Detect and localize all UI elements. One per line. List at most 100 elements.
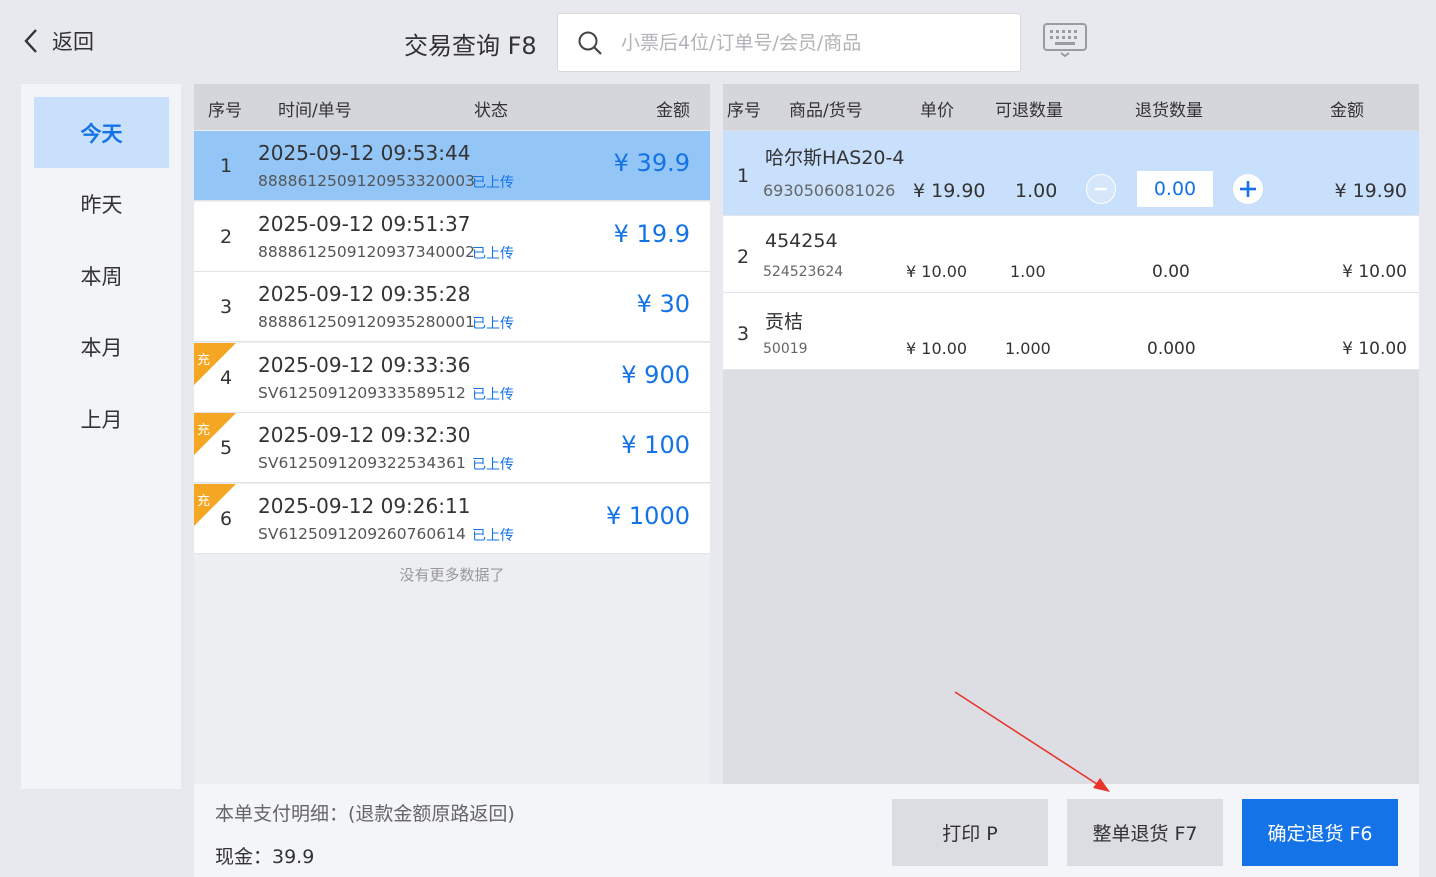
product-name: 454254 <box>765 230 838 252</box>
row-no: 2 <box>737 246 750 268</box>
product-name: 哈尔斯HAS20-4 <box>765 147 905 169</box>
detail-row[interactable]: 1 哈尔斯HAS20-4 6930506081026 ¥ 19.90 1.00 … <box>723 131 1419 216</box>
status-badge: 已上传 <box>472 245 514 262</box>
print-button[interactable]: 打印 P <box>892 799 1048 866</box>
order-number: SV6125091209322534361 <box>258 454 466 473</box>
col-no: 序号 <box>727 101 761 121</box>
col-status: 状态 <box>474 101 508 121</box>
status-badge: 已上传 <box>472 316 514 333</box>
recharge-tag-label: 充 <box>197 423 211 439</box>
col-price: 单价 <box>920 101 954 121</box>
return-qty-input[interactable] <box>1137 171 1213 207</box>
confirm-return-button[interactable]: 确定退货 F6 <box>1242 799 1398 866</box>
back-button[interactable]: 返回 <box>22 26 94 56</box>
row-no: 1 <box>220 155 233 177</box>
return-qty: 0.000 <box>1147 339 1196 359</box>
recharge-tag-label: 充 <box>197 352 211 368</box>
transaction-list: 序号 时间/单号 状态 金额 1 2025-09-12 09:53:44 88886… <box>194 84 710 784</box>
no-more-data: 没有更多数据了 <box>399 566 505 584</box>
date-filter-item[interactable]: 今天 <box>34 97 169 168</box>
order-number: 8888612509120935280001 <box>258 313 475 332</box>
payment-detail-title: 本单支付明细：(退款金额原路返回) <box>215 803 515 825</box>
status-badge: 已上传 <box>472 457 514 474</box>
row-no: 1 <box>737 165 750 187</box>
col-product: 商品/货号 <box>789 101 863 121</box>
status-badge: 已上传 <box>472 175 514 191</box>
product-code: 6930506081026 <box>763 181 896 200</box>
col-amount: 金额 <box>656 101 690 121</box>
product-code: 50019 <box>763 341 808 357</box>
increase-qty-button[interactable] <box>1233 174 1263 204</box>
unit-price: ¥ 10.00 <box>906 262 968 281</box>
col-time: 时间/单号 <box>278 101 352 121</box>
order-number: 8888612509120953320003 <box>258 172 475 190</box>
col-no: 序号 <box>208 101 242 121</box>
full-return-button[interactable]: 整单退货 F7 <box>1067 799 1223 866</box>
date-filter-nav: 今天 昨天 本周 本月 上月 <box>21 84 181 789</box>
transaction-row[interactable]: 充 5 2025-09-12 09:32:30 SV61250912093225343… <box>194 413 710 484</box>
date-filter-item[interactable]: 上月 <box>34 383 169 454</box>
transaction-time: 2025-09-12 09:33:36 <box>258 352 471 377</box>
transaction-row[interactable]: 充 6 2025-09-12 09:26:11 SV61250912092607606… <box>194 484 710 554</box>
row-no: 3 <box>737 323 750 345</box>
recharge-tag-label: 充 <box>197 494 211 509</box>
transaction-amount: ¥ 1000 <box>606 502 690 530</box>
col-amount: 金额 <box>1330 101 1364 121</box>
transaction-time: 2025-09-12 09:35:28 <box>258 282 471 307</box>
order-number: 8888612509120937340002 <box>258 242 475 261</box>
search-icon <box>578 31 602 55</box>
line-amount: ¥ 10.00 <box>1342 262 1407 282</box>
order-number: SV6125091209260760614 <box>258 525 466 543</box>
transaction-time: 2025-09-12 09:26:11 <box>258 494 471 518</box>
transaction-time: 2025-09-12 09:32:30 <box>258 423 471 448</box>
transaction-amount: ¥ 30 <box>636 290 690 319</box>
transaction-list-header: 序号 时间/单号 状态 金额 <box>194 84 710 130</box>
transaction-amount: ¥ 19.9 <box>613 219 690 248</box>
returnable-qty: 1.00 <box>1015 180 1058 202</box>
status-badge: 已上传 <box>472 528 514 544</box>
date-filter-item[interactable]: 昨天 <box>34 169 169 240</box>
row-no: 4 <box>220 366 233 389</box>
payment-cash: 现金：39.9 <box>215 846 315 868</box>
back-label: 返回 <box>52 30 94 54</box>
page-title: 交易查询 F8 <box>404 32 537 60</box>
returnable-qty: 1.000 <box>1005 339 1051 358</box>
status-badge: 已上传 <box>472 386 514 403</box>
row-no: 2 <box>220 225 233 248</box>
col-returnable: 可退数量 <box>995 101 1063 121</box>
transaction-time: 2025-09-12 09:53:44 <box>258 141 471 165</box>
transaction-row[interactable]: 3 2025-09-12 09:35:28 88886125091209352800… <box>194 272 710 343</box>
transaction-row[interactable]: 1 2025-09-12 09:53:44 88886125091209533200… <box>194 131 710 201</box>
row-no: 3 <box>220 296 233 319</box>
keyboard-icon[interactable] <box>1042 22 1088 58</box>
detail-header: 序号 商品/货号 单价 可退数量 退货数量 金额 <box>723 84 1419 130</box>
transaction-row[interactable]: 充 4 2025-09-12 09:33:36 SV61250912093335895… <box>194 342 710 413</box>
transaction-amount: ¥ 900 <box>621 360 690 389</box>
search-input[interactable] <box>621 31 1001 54</box>
date-filter-item[interactable]: 本周 <box>34 240 169 311</box>
return-qty: 0.00 <box>1152 262 1190 282</box>
row-no: 6 <box>220 508 233 530</box>
transaction-amount: ¥ 39.9 <box>613 149 690 177</box>
plus-icon <box>1240 181 1256 197</box>
returnable-qty: 1.00 <box>1010 262 1046 281</box>
transaction-amount: ¥ 100 <box>621 431 690 460</box>
detail-row[interactable]: 2 454254 524523624 ¥ 10.00 1.00 0.00 ¥ 1… <box>723 216 1419 293</box>
product-name: 贡桔 <box>765 311 804 333</box>
minus-icon <box>1095 187 1107 191</box>
unit-price: ¥ 10.00 <box>906 339 968 358</box>
footer-bar: 本单支付明细：(退款金额原路返回) 现金：39.9 打印 P 整单退货 F7 确… <box>194 784 1419 877</box>
order-number: SV6125091209333589512 <box>258 383 466 402</box>
search-box[interactable] <box>557 13 1021 72</box>
row-no: 5 <box>220 437 233 460</box>
order-detail-panel: 序号 商品/货号 单价 可退数量 退货数量 金额 1 哈尔斯HAS20-4 69… <box>723 84 1419 784</box>
line-amount: ¥ 19.90 <box>1334 180 1407 202</box>
decrease-qty-button[interactable] <box>1086 174 1116 204</box>
col-return-qty: 退货数量 <box>1135 101 1203 121</box>
detail-row[interactable]: 3 贡桔 50019 ¥ 10.00 1.000 0.000 ¥ 10.00 <box>723 293 1419 370</box>
date-filter-item[interactable]: 本月 <box>34 312 169 383</box>
chevron-left-icon <box>24 29 37 53</box>
product-code: 524523624 <box>763 264 844 280</box>
transaction-row[interactable]: 2 2025-09-12 09:51:37 88886125091209373400… <box>194 201 710 272</box>
transaction-time: 2025-09-12 09:51:37 <box>258 211 471 236</box>
